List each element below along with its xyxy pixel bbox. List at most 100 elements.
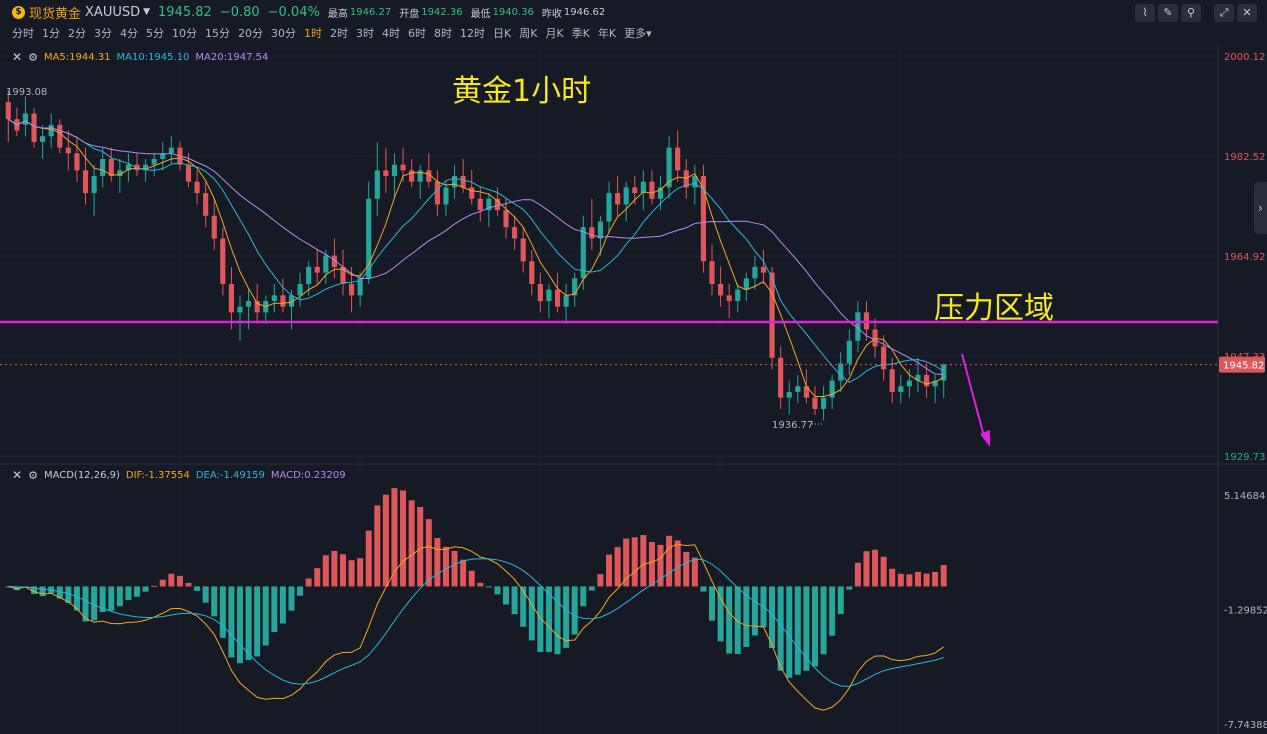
candle-26 bbox=[228, 283, 234, 313]
macd-bar-48 bbox=[417, 507, 424, 587]
macd-bar-64 bbox=[554, 586, 561, 655]
candle-95 bbox=[820, 397, 827, 410]
close-macd-icon[interactable]: ✕ bbox=[12, 468, 22, 482]
candle-7 bbox=[65, 147, 71, 154]
candle-64 bbox=[554, 289, 561, 307]
candle-71 bbox=[615, 193, 621, 205]
macd-bar-106 bbox=[914, 571, 921, 587]
macd-bar-104 bbox=[897, 573, 904, 587]
candle-98 bbox=[846, 340, 852, 364]
candle-62 bbox=[537, 283, 543, 302]
macd-bar-108 bbox=[932, 571, 939, 587]
expand-panel-handle[interactable]: › bbox=[1254, 182, 1267, 234]
candle-23 bbox=[203, 193, 209, 216]
macd-bar-65 bbox=[563, 586, 570, 648]
macd-bar-36 bbox=[314, 568, 321, 587]
candle-87 bbox=[752, 266, 758, 279]
macd-bar-85 bbox=[734, 586, 741, 655]
candle-36 bbox=[314, 266, 320, 273]
candle-31 bbox=[271, 295, 277, 302]
candle-65 bbox=[563, 295, 569, 307]
macd-bar-102 bbox=[880, 556, 887, 587]
macd-bar-97 bbox=[837, 586, 844, 615]
macd-bar-50 bbox=[434, 537, 441, 587]
candle-60 bbox=[520, 238, 526, 262]
macd-bar-60 bbox=[520, 586, 527, 627]
current-price-tag-text: 1945.82 bbox=[1223, 361, 1264, 372]
macd-bar-55 bbox=[477, 582, 484, 587]
candle-40 bbox=[348, 283, 355, 296]
ma10-legend: MA10:1945.10 bbox=[116, 51, 190, 63]
macd-bar-79 bbox=[683, 551, 690, 587]
candle-58 bbox=[503, 210, 509, 228]
macd-bar-23 bbox=[202, 586, 209, 603]
candle-46 bbox=[400, 164, 406, 171]
ma5-line bbox=[8, 118, 944, 398]
macd-bar-25 bbox=[219, 586, 226, 638]
macd-bar-35 bbox=[305, 578, 312, 587]
candle-51 bbox=[443, 187, 449, 205]
macd-bar-100 bbox=[863, 551, 870, 587]
macd-bar-54 bbox=[468, 570, 475, 587]
macd-bar-74 bbox=[640, 535, 647, 587]
ma20-line bbox=[8, 118, 944, 375]
settings-icon[interactable]: ⚙ bbox=[28, 51, 38, 64]
macd-value-legend: MACD:0.23209 bbox=[270, 469, 346, 481]
candle-53 bbox=[460, 176, 466, 188]
macd-bar-77 bbox=[666, 535, 673, 587]
candle-8 bbox=[74, 153, 80, 171]
macd-legend: ✕ ⚙ MACD(12,26,9) DIF:-1.37554 DEA:-1.49… bbox=[12, 468, 352, 482]
macd-bar-41 bbox=[357, 558, 364, 587]
candle-25 bbox=[220, 238, 226, 284]
candle-27 bbox=[237, 306, 243, 313]
macd-bar-47 bbox=[408, 500, 415, 587]
macd-bar-42 bbox=[365, 530, 372, 587]
macd-bar-90 bbox=[777, 586, 784, 671]
candle-19 bbox=[168, 147, 174, 154]
candle-88 bbox=[760, 266, 767, 273]
candle-45 bbox=[391, 164, 398, 177]
candle-28 bbox=[246, 301, 252, 307]
macd-bar-20 bbox=[176, 575, 183, 587]
candle-11 bbox=[100, 158, 106, 177]
candle-32 bbox=[280, 295, 286, 307]
candle-70 bbox=[606, 193, 612, 222]
candle-24 bbox=[211, 215, 217, 239]
macd-bar-101 bbox=[872, 549, 879, 587]
macd-bar-57 bbox=[494, 586, 501, 595]
macd-bar-40 bbox=[348, 560, 355, 587]
candle-43 bbox=[374, 170, 380, 199]
macd-settings-icon[interactable]: ⚙ bbox=[28, 469, 38, 482]
macd-bar-58 bbox=[503, 586, 510, 605]
macd-bar-51 bbox=[442, 546, 449, 587]
ma10-line bbox=[8, 118, 944, 383]
main-legend: ✕ ⚙ MA5:1944.31 MA10:1945.10 MA20:1947.5… bbox=[12, 50, 274, 64]
candle-34 bbox=[297, 283, 303, 296]
macd-bar-67 bbox=[580, 586, 587, 607]
candle-91 bbox=[786, 391, 792, 398]
macd-bar-16 bbox=[142, 586, 149, 592]
macd-bar-27 bbox=[236, 586, 244, 664]
macd-y-tick-1: -1.29852 bbox=[1224, 606, 1267, 617]
macd-bar-80 bbox=[691, 557, 698, 587]
candle-37 bbox=[323, 255, 329, 273]
candle-10 bbox=[91, 176, 97, 194]
candle-68 bbox=[589, 227, 595, 239]
candle-73 bbox=[632, 187, 638, 194]
macd-bar-56 bbox=[485, 586, 492, 588]
close-indicator-icon[interactable]: ✕ bbox=[12, 50, 22, 64]
candle-3 bbox=[31, 113, 37, 142]
chart-canvas[interactable]: 2000.121982.521964.921947.331929.731945.… bbox=[0, 0, 1267, 734]
down-arrow-head bbox=[980, 430, 990, 447]
candle-22 bbox=[194, 181, 200, 194]
y-tick-0: 2000.12 bbox=[1224, 52, 1265, 63]
macd-bar-15 bbox=[134, 586, 141, 597]
macd-bar-84 bbox=[726, 586, 733, 654]
y-tick-4: 1929.73 bbox=[1224, 452, 1265, 463]
candle-35 bbox=[306, 266, 312, 284]
candle-85 bbox=[735, 289, 741, 302]
candle-97 bbox=[838, 363, 844, 381]
candle-72 bbox=[623, 187, 629, 205]
macd-bar-28 bbox=[245, 586, 252, 660]
macd-bar-43 bbox=[374, 505, 381, 587]
